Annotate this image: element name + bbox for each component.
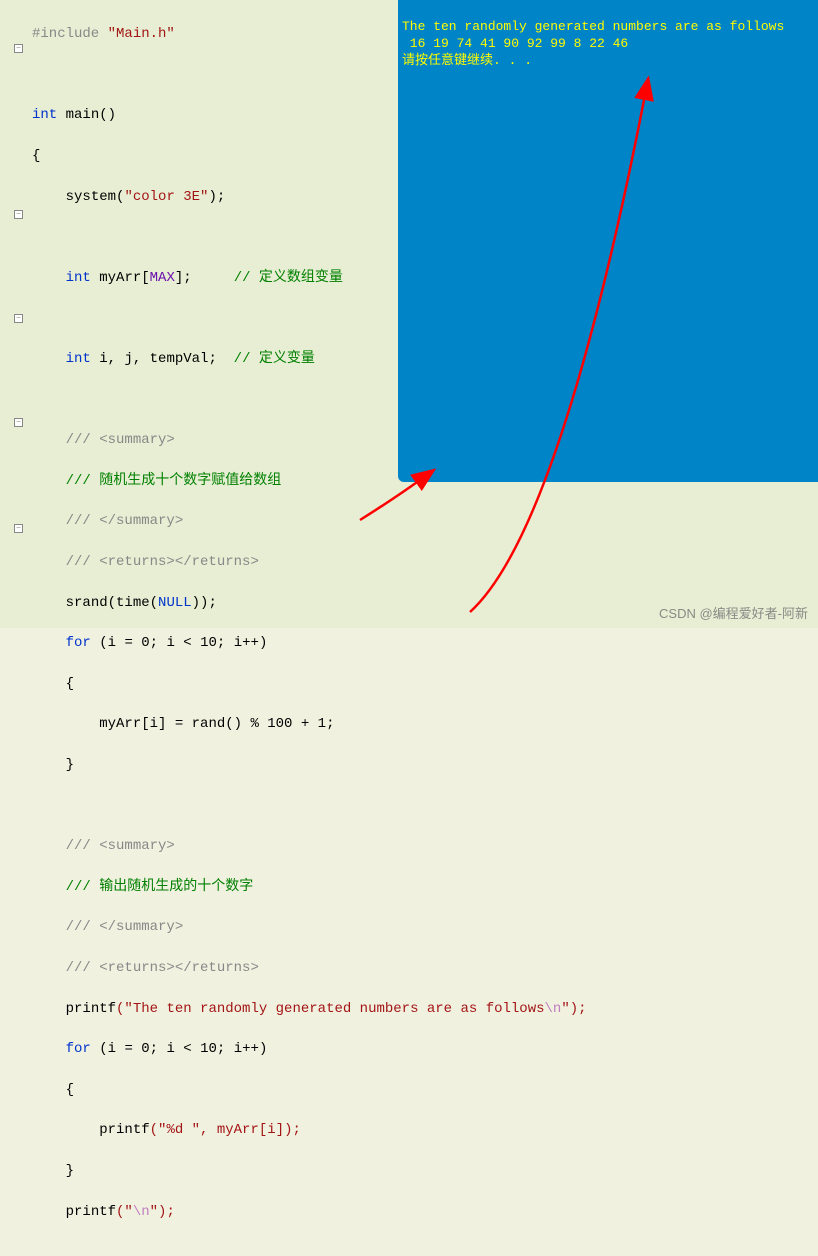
printf-fmt: ("%d ", myArr[i]); [150,1122,301,1138]
srand-call: srand [66,595,108,611]
var-i2: i [166,635,174,651]
printf-msg-pre: ("The ten randomly generated numbers are… [116,1001,544,1017]
num-ten: 10 [200,635,217,651]
pp2: ++ [242,1041,259,1057]
fold-toggle[interactable] [14,314,23,323]
lt2: < [183,1041,191,1057]
lt: < [183,635,191,651]
semi: ; [150,635,158,651]
eq2: = [124,1041,132,1057]
console-line-1: The ten randomly generated numbers are a… [402,19,784,34]
doc-line-1: /// 随机生成十个数字赋值给数组 [66,473,282,489]
doc-summary-close-2: /// </summary> [66,919,184,935]
time-call: time [116,595,150,611]
pp: ++ [242,635,259,651]
printf-nl-pre: (" [116,1204,133,1220]
fold-toggle[interactable] [14,44,23,53]
rand-post: () % 100 + 1; [225,716,334,732]
for-kw-2: for [66,1041,91,1057]
num-zero2: 0 [141,1041,149,1057]
printf-call-1: printf [66,1001,116,1017]
doc-summary-close-1: /// </summary> [66,513,184,529]
var-i: i [108,635,116,651]
var-i5: i [166,1041,174,1057]
for-kw-1: for [66,635,91,651]
comment-arr: // 定义数组变量 [234,270,343,286]
var-i6: i [234,1041,242,1057]
kw-int-arr: int [66,270,91,286]
system-call: system [66,189,116,205]
brace-open: { [32,148,40,164]
num-ten2: 10 [200,1041,217,1057]
eq: = [124,635,132,651]
include-file: "Main.h" [108,26,175,42]
console-line-2: 16 19 74 41 90 92 99 8 22 46 [402,36,628,51]
semi2: ; [217,635,225,651]
doc-returns-1: /// <returns></returns> [66,554,259,570]
preproc-include: #include [32,26,99,42]
fold-toggle[interactable] [14,210,23,219]
kw-int: int [32,107,57,123]
printf-msg-post: "); [561,1001,586,1017]
num-zero: 0 [141,635,149,651]
printf-msg-esc: \n [545,1001,562,1017]
null-kw: NULL [158,595,192,611]
rand-call: rand [192,716,226,732]
printf-nl-esc: \n [133,1204,150,1220]
fold-toggle[interactable] [14,418,23,427]
system-arg: "color 3E" [124,189,208,205]
semi4: ; [217,1041,225,1057]
console-line-3: 请按任意键继续. . . [402,53,532,68]
doc-summary-open-1: /// <summary> [66,432,175,448]
doc-line-2: /// 输出随机生成的十个数字 [66,879,254,895]
kw-int-vars: int [66,351,91,367]
fold-toggle[interactable] [14,524,23,533]
rand-pre: myArr[i] = [99,716,191,732]
vars-decl: i, j, tempVal; [99,351,217,367]
doc-returns-2: /// <returns></returns> [66,960,259,976]
arr-name: myArr [99,270,141,286]
doc-summary-open-2: /// <summary> [66,838,175,854]
watermark: CSDN @编程爱好者-阿新 [659,603,808,622]
comment-var: // 定义变量 [234,351,315,367]
main-func: main [66,107,100,123]
printf-call-2: printf [99,1122,149,1138]
console-output: The ten randomly generated numbers are a… [398,0,818,482]
printf-call-3: printf [66,1204,116,1220]
var-i4: i [108,1041,116,1057]
printf-nl-post: "); [150,1204,175,1220]
var-i3: i [234,635,242,651]
semi3: ; [150,1041,158,1057]
max-macro: MAX [150,270,175,286]
